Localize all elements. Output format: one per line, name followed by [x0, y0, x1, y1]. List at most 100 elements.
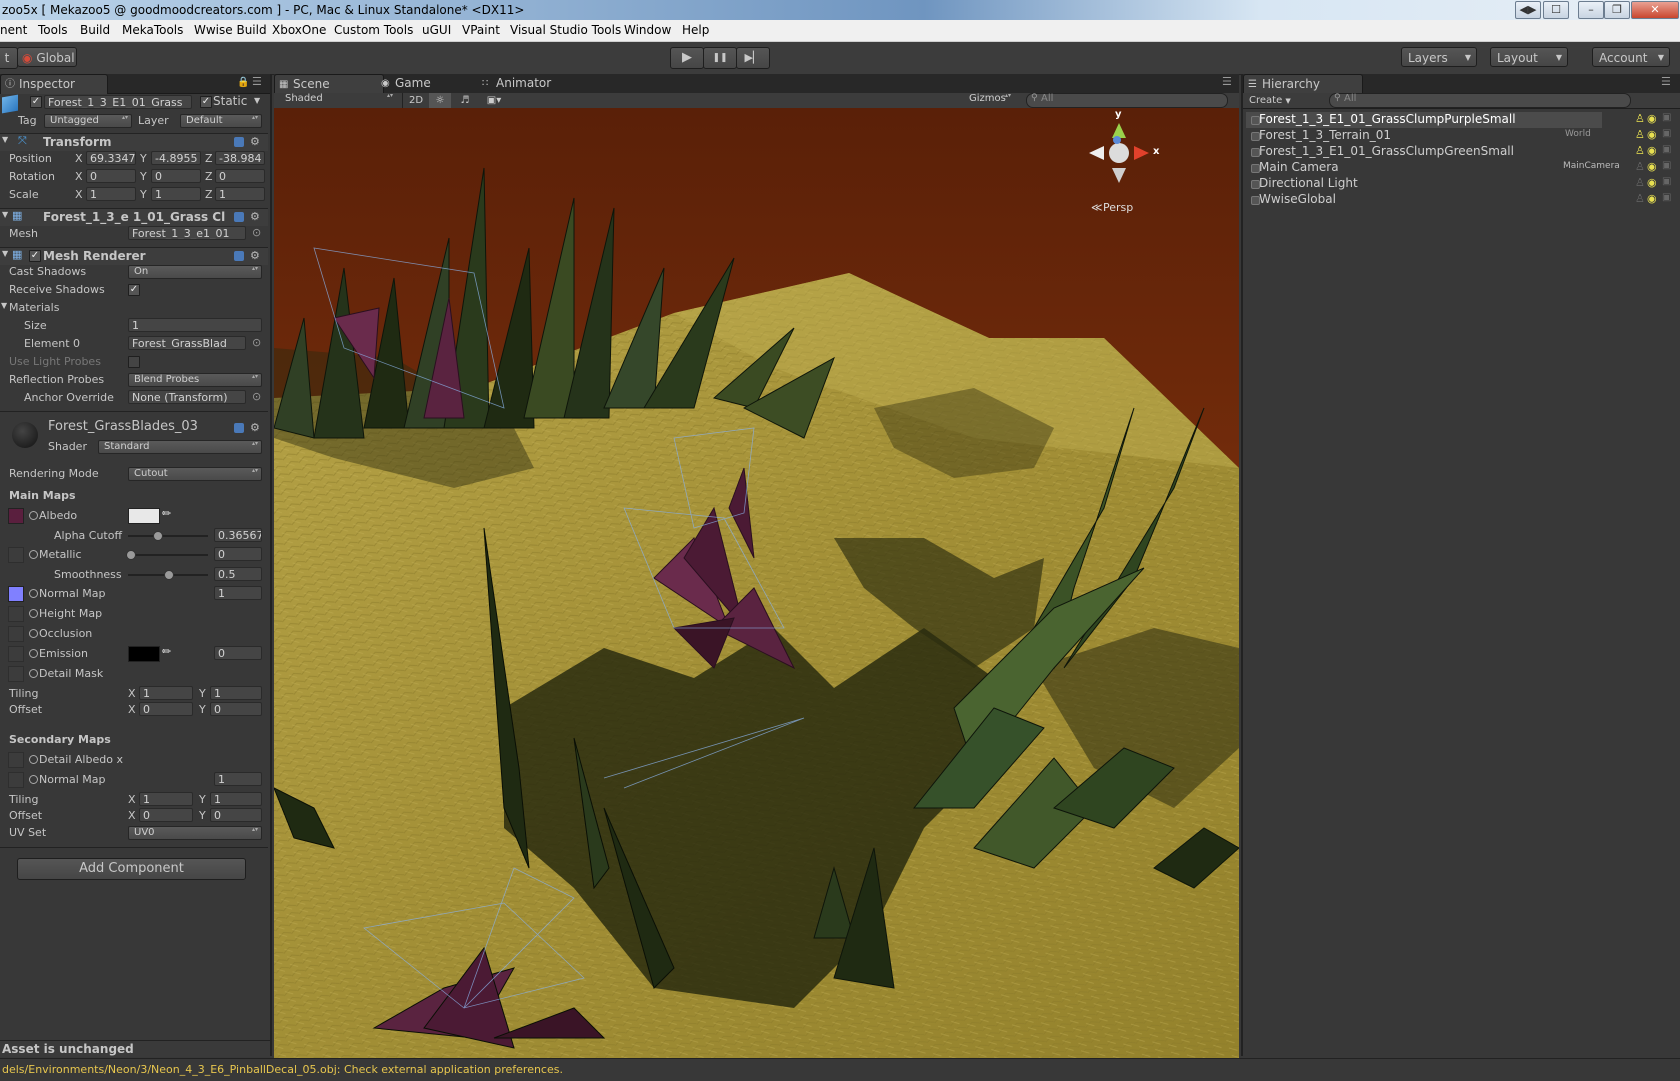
mesh-renderer-enabled-checkbox[interactable]: ✓	[29, 250, 41, 262]
mesh-filter-header[interactable]: ▼ ▦ Forest_1_3_e 1_01_Grass Cl ⚙	[0, 208, 268, 226]
person-icon[interactable]: ♙	[1635, 176, 1645, 189]
metallic-input[interactable]: 0	[214, 547, 262, 561]
maximize-alt-icon[interactable]: ☐	[1543, 1, 1569, 19]
tiling-y-input[interactable]: 1	[210, 686, 262, 700]
mode-2d-toggle[interactable]: 2D	[402, 93, 429, 108]
tab-inspector[interactable]: ⓘ Inspector	[0, 74, 108, 94]
hierarchy-item[interactable]: Directional Light	[1259, 176, 1358, 191]
gizmos-dropdown[interactable]: Gizmos	[964, 93, 1014, 107]
pause-button[interactable]: ❚❚	[703, 47, 737, 69]
smoothness-input[interactable]: 0.5	[214, 567, 262, 581]
size-input[interactable]: 1	[128, 318, 262, 332]
minimize-icon[interactable]: –	[1578, 1, 1604, 19]
receive-shadows-checkbox[interactable]: ✓	[128, 284, 140, 296]
hierarchy-item[interactable]: Main Camera	[1259, 160, 1339, 175]
hierarchy-item[interactable]: WwiseGlobal	[1259, 192, 1336, 207]
visibility-eye-icon[interactable]: ◉	[1647, 144, 1657, 157]
menu-build[interactable]: Build	[80, 20, 110, 41]
visibility-eye-icon[interactable]: ◉	[1647, 128, 1657, 141]
anchor-override-field[interactable]: None (Transform)	[128, 390, 246, 404]
foldout-arrow-icon[interactable]: ▼	[2, 135, 8, 144]
tab-animator[interactable]: ∷ Animator	[478, 74, 586, 93]
gear-icon[interactable]: ⚙	[250, 249, 260, 262]
help-book-icon[interactable]	[234, 212, 244, 222]
tiling-x-input[interactable]: 1	[139, 686, 193, 700]
visibility-eye-icon[interactable]: ◉	[1647, 192, 1657, 205]
tab-hierarchy[interactable]: ☰ Hierarchy	[1243, 74, 1363, 94]
tag-dropdown[interactable]: Untagged	[44, 114, 132, 128]
height-map-texture-slot[interactable]	[8, 606, 24, 622]
rotation-z-input[interactable]: 0	[215, 169, 265, 183]
object-active-checkbox[interactable]: ✓	[30, 96, 42, 108]
add-component-button[interactable]: Add Component	[17, 858, 246, 880]
normal-map-texture-slot[interactable]	[8, 586, 24, 602]
hierarchy-search-input[interactable]: ⚲ All	[1329, 93, 1631, 108]
offset2-y-input[interactable]: 0	[210, 808, 262, 822]
rendering-mode-dropdown[interactable]: Cutout	[128, 467, 262, 481]
offset-x-input[interactable]: 0	[139, 702, 193, 716]
rotation-x-input[interactable]: 0	[86, 169, 136, 183]
menu-tools[interactable]: Tools	[38, 20, 68, 41]
gear-icon[interactable]: ⚙	[250, 135, 260, 148]
static-checkbox[interactable]: ✓	[200, 96, 212, 108]
menu-vpaint[interactable]: VPaint	[462, 20, 500, 41]
help-book-icon[interactable]	[234, 251, 244, 261]
scene-viewport[interactable]: y x ≪ Persp	[274, 108, 1239, 1058]
layer-dropdown[interactable]: Default	[180, 114, 262, 128]
play-button[interactable]: ▶	[670, 47, 704, 69]
scale-z-input[interactable]: 1	[215, 187, 265, 201]
account-dropdown[interactable]: Account ▼	[1592, 47, 1670, 67]
pivot-button[interactable]: t	[0, 47, 18, 69]
cast-shadows-dropdown[interactable]: On	[128, 265, 262, 279]
close-icon[interactable]: ✕	[1631, 1, 1679, 19]
menu-help[interactable]: Help	[682, 20, 709, 41]
menu-ugui[interactable]: uGUI	[422, 20, 451, 41]
scene-audio-icon[interactable]: ♬	[454, 93, 476, 108]
console-status-bar[interactable]: dels/Environments/Neon/3/Neon_4_3_E6_Pin…	[0, 1058, 1680, 1081]
lock-icon[interactable]: 🔒	[237, 77, 249, 88]
person-icon[interactable]: ♙	[1635, 160, 1645, 173]
reflection-probes-dropdown[interactable]: Blend Probes	[128, 373, 262, 387]
layout-dropdown[interactable]: Layout ▼	[1490, 47, 1568, 67]
menu-wwise-build[interactable]: Wwise Build	[194, 20, 267, 41]
uv-set-dropdown[interactable]: UV0	[128, 826, 262, 840]
emission-input[interactable]: 0	[214, 646, 262, 660]
persp-label[interactable]: Persp	[1103, 201, 1133, 214]
albedo-color-swatch[interactable]	[128, 508, 160, 524]
alpha-cutoff-input[interactable]: 0.36567	[214, 528, 262, 542]
person-icon[interactable]: ♙	[1635, 128, 1645, 141]
hierarchy-item[interactable]: Forest_1_3_E1_01_GrassClumpGreenSmall	[1259, 144, 1514, 159]
metallic-texture-slot[interactable]	[8, 547, 24, 563]
foldout-arrow-icon[interactable]: ▼	[2, 210, 8, 219]
position-x-input[interactable]: 69.3347	[86, 151, 136, 165]
scale-x-input[interactable]: 1	[86, 187, 136, 201]
emission-texture-slot[interactable]	[8, 646, 24, 662]
panel-menu-icon[interactable]: ☰	[1661, 75, 1671, 88]
albedo-texture-slot[interactable]	[8, 508, 24, 524]
shading-mode-dropdown[interactable]: Shaded	[280, 93, 396, 107]
tiling2-x-input[interactable]: 1	[139, 792, 193, 806]
help-book-icon[interactable]	[234, 137, 244, 147]
normal-map-input[interactable]: 1	[214, 586, 262, 600]
menu-visual-studio-tools[interactable]: Visual Studio Tools	[510, 20, 621, 41]
metallic-slider-track[interactable]	[128, 554, 208, 556]
emission-color-swatch[interactable]	[128, 646, 160, 662]
detail-albedo-texture-slot[interactable]	[8, 752, 24, 768]
step-button[interactable]: ▶▏	[736, 47, 770, 69]
object-picker-icon[interactable]: ⊙	[252, 390, 261, 403]
metallic-slider-knob[interactable]	[126, 550, 136, 560]
global-button[interactable]: ◉ Global	[17, 47, 77, 67]
lock-icon[interactable]: ▣	[1662, 192, 1671, 203]
position-y-input[interactable]: -4.8955	[151, 151, 201, 165]
eyedropper-icon[interactable]: ✏	[162, 507, 171, 520]
person-icon[interactable]: ♙	[1635, 144, 1645, 157]
visibility-eye-icon[interactable]: ◉	[1647, 160, 1657, 173]
foldout-arrow-icon[interactable]: ▼	[2, 249, 8, 258]
eyedropper-icon[interactable]: ✏	[162, 645, 171, 658]
position-z-input[interactable]: -38.984	[215, 151, 265, 165]
menu-window[interactable]: Window	[624, 20, 671, 41]
occlusion-texture-slot[interactable]	[8, 626, 24, 642]
hierarchy-item[interactable]: Forest_1_3_E1_01_GrassClumpPurpleSmall	[1259, 112, 1516, 127]
scene-search-input[interactable]: ⚲ All	[1026, 93, 1228, 108]
shader-dropdown[interactable]: Standard	[98, 440, 262, 454]
